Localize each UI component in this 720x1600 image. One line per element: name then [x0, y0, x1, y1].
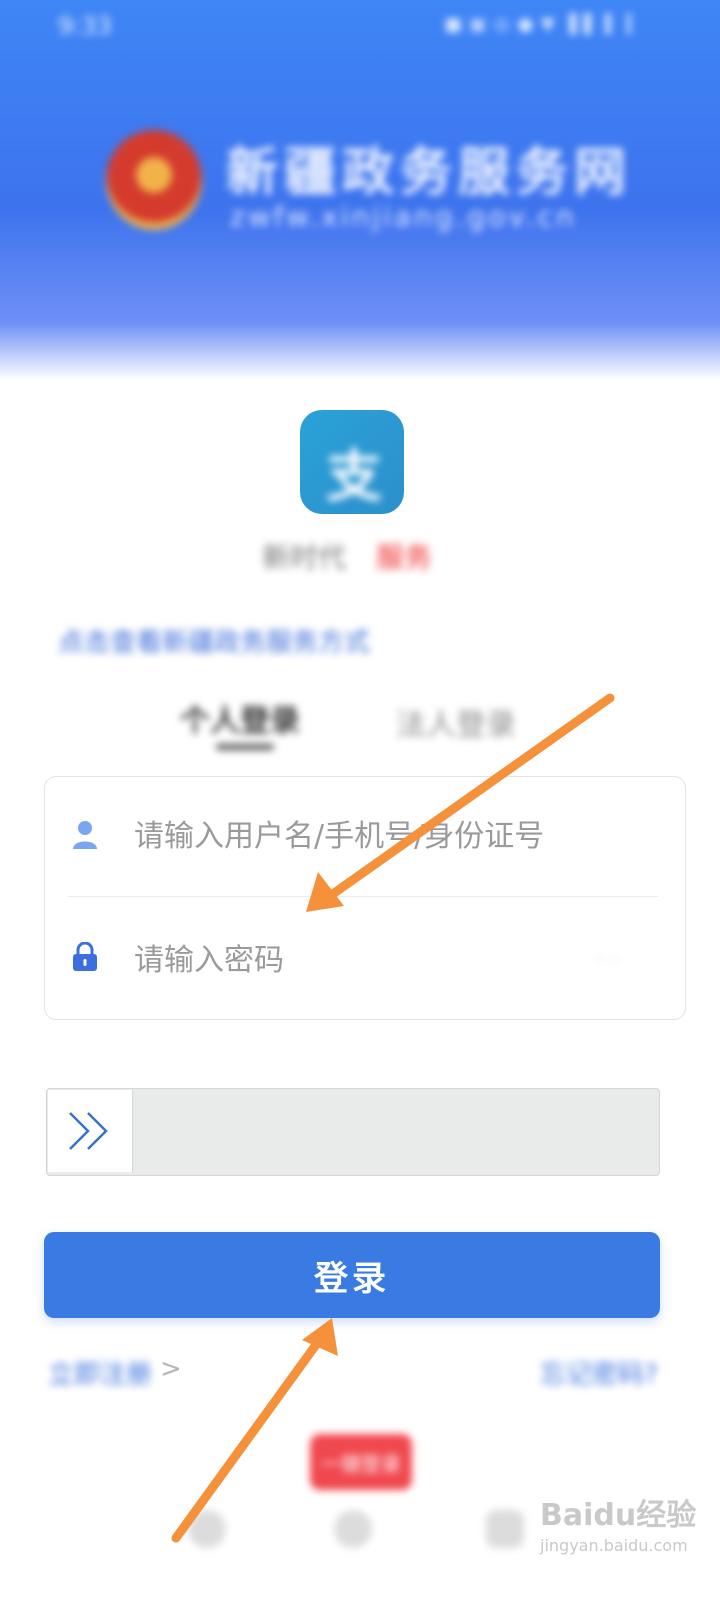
bottom-icon-2[interactable]	[334, 1510, 372, 1548]
tab-legal-login[interactable]: 法人登录	[396, 700, 516, 744]
watermark-url: jingyan.baidu.com	[540, 1536, 688, 1555]
status-time: 9:33	[58, 12, 112, 40]
chevron-right-icon: >	[160, 1354, 182, 1384]
status-indicators: ■ ▣ ◎ ● ▼ ▐ ▌ ▍ ▎	[444, 14, 642, 35]
header-title: 新疆政务服务网	[226, 143, 633, 203]
app-logo-glyph: 支	[326, 445, 382, 510]
arrow-to-login	[171, 1337, 323, 1543]
tab-personal-login[interactable]: 个人登录	[180, 696, 300, 740]
forgot-password-link[interactable]: 忘记密码?	[540, 1354, 658, 1391]
password-input[interactable]	[134, 938, 574, 982]
app-name: 新时代	[262, 541, 347, 574]
arrow-head-login	[302, 1318, 338, 1356]
register-link[interactable]: 立即注册	[48, 1354, 152, 1391]
lock-icon	[73, 942, 97, 971]
password-visibility-toggle[interactable]: - -	[596, 946, 636, 970]
username-input[interactable]	[134, 814, 604, 858]
slider-captcha-track[interactable]	[46, 1088, 660, 1176]
tab-active-indicator	[216, 744, 274, 750]
notice-link[interactable]: 点击查看新疆政务服务方式	[58, 622, 370, 659]
app-name-highlight: 服务	[376, 541, 433, 574]
double-chevron-right-icon	[69, 1112, 108, 1150]
login-button[interactable]: 登录	[44, 1232, 660, 1318]
login-form-card	[44, 776, 686, 1020]
watermark-logo: Baidu经验	[540, 1498, 697, 1533]
field-divider	[68, 896, 658, 897]
bottom-icon-1[interactable]	[188, 1510, 226, 1548]
bottom-icon-3[interactable]	[486, 1510, 524, 1548]
quick-login-badge[interactable]: 一键登录	[310, 1434, 412, 1490]
slider-captcha-handle[interactable]	[48, 1090, 133, 1172]
user-icon	[73, 821, 97, 849]
header-banner: 9:33 ■ ▣ ◎ ● ▼ ▐ ▌ ▍ ▎ 新疆政务服务网 zwfw.xinj…	[0, 0, 720, 380]
national-emblem-icon	[106, 130, 202, 230]
header-url: zwfw.xinjiang.gov.cn	[230, 200, 577, 233]
